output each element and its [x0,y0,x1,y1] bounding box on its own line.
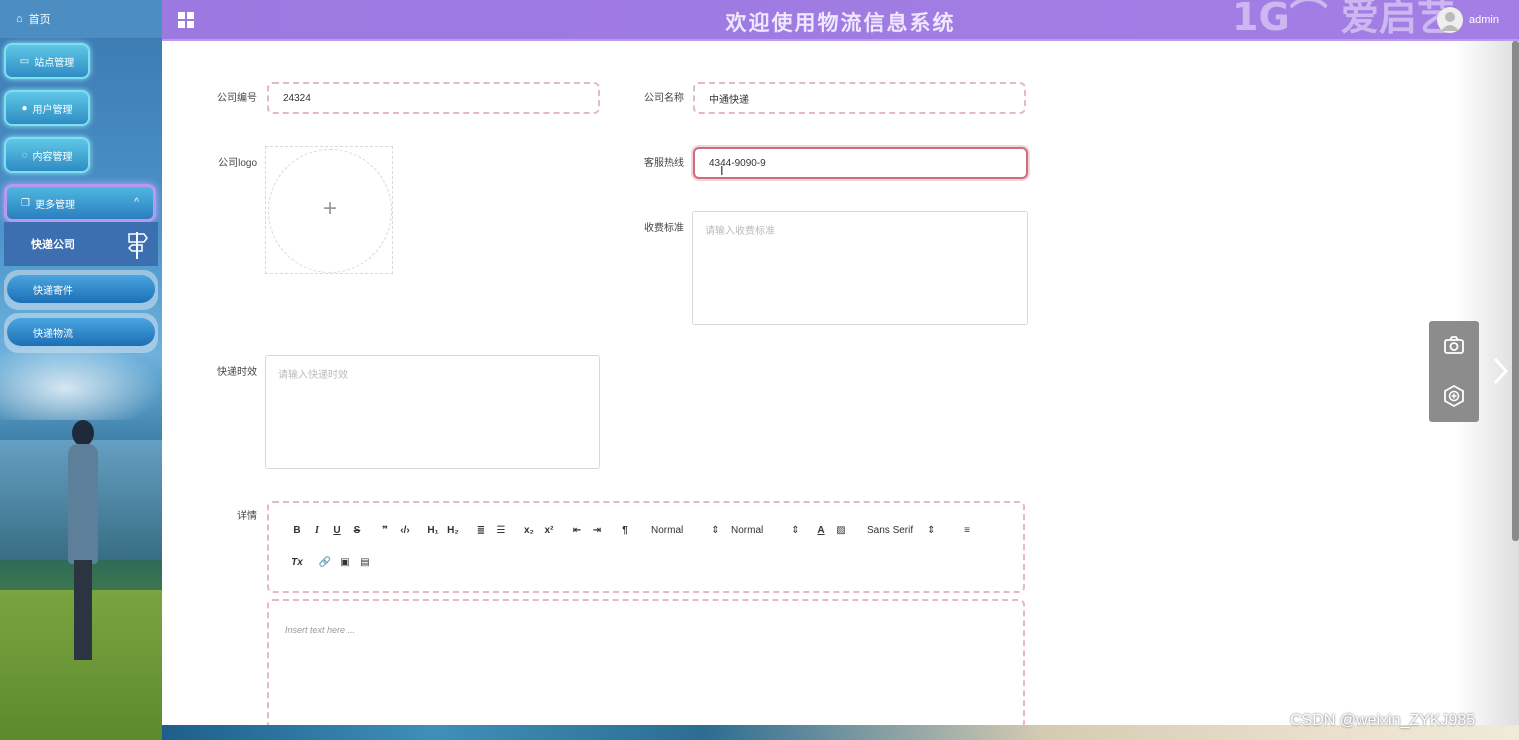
company-logo-label: 公司logo [218,158,257,169]
italic-button[interactable]: I [307,525,327,536]
chevron-up-icon: ^ [134,197,139,208]
size-select[interactable]: Normal ⇕ [731,525,811,536]
sidebar-item-label: 内容管理 [32,151,73,163]
editor-placeholder: Insert text here ... [285,625,356,635]
bold-button[interactable]: B [287,525,307,536]
chevron-right-icon[interactable] [1491,356,1509,386]
align-icon[interactable]: ≡ [957,525,977,536]
bullet-list-button[interactable]: ☰ [491,525,511,536]
background-color-icon[interactable]: ▨ [831,525,851,536]
hotline-input[interactable]: 4344-9090-9 [693,147,1028,179]
submenu-item-send[interactable]: 快递寄件 [4,270,158,310]
header-select-value: Normal [651,525,684,536]
editor-toolbar: B I U S ❞ ‹/› H₁ H₂ ≣ ☰ x₂ x² ⇤ ⇥ ¶ Norm… [267,501,1025,593]
sidebar-item-site[interactable]: ▭ 站点管理 [4,43,90,79]
select-arrows-icon: ⇕ [791,525,800,536]
sidebar-item-users[interactable]: ● 用户管理 [4,90,90,126]
font-color-icon[interactable]: A [811,525,831,536]
submenu-item-label: 快递物流 [7,318,155,346]
submenu-title-label: 快递公司 [31,239,75,251]
scrollbar[interactable] [1512,41,1519,541]
page-title: 欢迎使用物流信息系统 [725,11,956,35]
underline-button[interactable]: U [327,525,347,536]
chat-icon: ◌ [21,149,28,161]
company-name-label: 公司名称 [644,93,684,104]
fee-textarea[interactable]: 请输入收费标准 [692,211,1028,325]
submenu-item-logistics[interactable]: 快递物流 [4,313,158,353]
hotline-label: 客服热线 [644,158,684,169]
company-code-input[interactable]: 24324 [267,82,600,114]
image-button[interactable]: ▣ [335,557,355,568]
sidebar-item-more[interactable]: ❐ 更多管理 ^ [4,184,156,222]
sidebar: ⌂ 首页 ▭ 站点管理 ● 用户管理 ◌ 内容管理 ❐ 更多管理 ^ 快递公司 … [0,0,162,740]
code-button[interactable]: ‹/› [395,525,415,536]
sidebar-bg-figure [66,420,100,670]
plus-icon: + [322,195,337,222]
submenu-title[interactable]: 快递公司 [4,222,158,266]
floating-toolbar [1429,321,1479,422]
submenu-item-label: 快递寄件 [7,275,155,303]
ordered-list-button[interactable]: ≣ [471,525,491,536]
sidebar-item-label: 首页 [28,14,51,26]
username[interactable]: admin [1469,14,1499,26]
home-icon: ⌂ [16,13,23,25]
signpost-icon [127,232,148,259]
select-arrows-icon: ⇕ [927,525,936,536]
add-shield-icon[interactable] [1442,384,1466,408]
blockquote-button[interactable]: ❞ [375,525,395,536]
h1-button[interactable]: H₁ [423,525,443,536]
form-area: 公司编号 24324 公司名称 中通快递 公司logo + 客服热线 4344-… [162,41,1519,729]
clear-format-button[interactable]: Tx [287,557,307,568]
header-bar: 1G⌒ 爱启艺 欢迎使用物流信息系统 admin [162,0,1519,41]
size-select-value: Normal [731,525,764,536]
select-arrows-icon: ⇕ [711,525,720,536]
company-code-label: 公司编号 [217,93,257,104]
timeliness-label: 快递时效 [217,367,257,378]
superscript-button[interactable]: x² [539,525,559,536]
subscript-button[interactable]: x₂ [519,525,539,536]
h2-button[interactable]: H₂ [443,525,463,536]
font-select[interactable]: Sans Serif ⇕ [867,525,957,536]
link-button[interactable]: 🔗 [315,557,335,568]
text-cursor-icon: I [720,163,724,178]
user-icon: ● [21,102,28,114]
watermark-credit: CSDN @weixin_ZYKJ985 [1290,712,1476,729]
camera-icon[interactable] [1442,333,1466,357]
sidebar-item-label: 用户管理 [32,104,73,116]
fee-label: 收费标准 [644,223,684,234]
avatar[interactable] [1437,7,1463,33]
sidebar-item-label: 更多管理 [34,199,75,211]
rich-text-editor[interactable]: Insert text here ... [267,599,1025,729]
strike-button[interactable]: S [347,525,367,536]
company-name-input[interactable]: 中通快递 [693,82,1026,114]
monitor-icon: ▭ [19,55,30,67]
user-avatar-icon [1441,12,1459,31]
detail-label: 详情 [237,511,257,522]
outdent-button[interactable]: ⇤ [567,525,587,536]
timeliness-textarea[interactable]: 请输入快递时效 [265,355,600,469]
copy-icon: ❐ [21,197,30,209]
indent-button[interactable]: ⇥ [587,525,607,536]
font-select-value: Sans Serif [867,525,914,536]
sidebar-item-home[interactable]: ⌂ 首页 [0,0,162,38]
sidebar-item-label: 站点管理 [34,57,75,69]
sidebar-item-content[interactable]: ◌ 内容管理 [4,137,90,173]
video-button[interactable]: ▤ [355,557,375,568]
direction-button[interactable]: ¶ [615,525,635,536]
logo-upload[interactable]: + [265,146,393,274]
header-select[interactable]: Normal ⇕ [651,525,731,536]
